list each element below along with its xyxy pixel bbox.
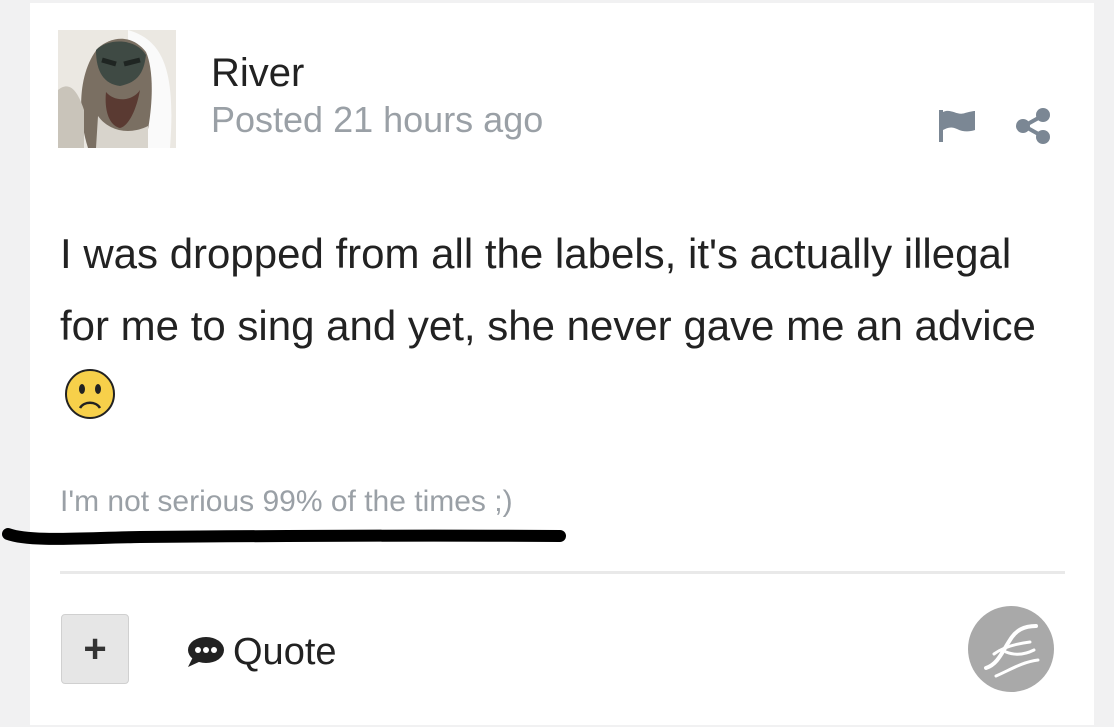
author-name[interactable]: River <box>211 53 304 93</box>
frowning-face-emoji <box>65 369 115 419</box>
reaction-plus-button[interactable]: + <box>61 614 129 684</box>
redaction-mark <box>2 528 566 545</box>
speech-bubble-icon <box>188 637 224 667</box>
post-body: I was dropped from all the labels, it's … <box>60 218 1070 434</box>
flag-icon[interactable] <box>937 108 977 144</box>
quote-button[interactable]: Quote <box>185 630 337 674</box>
brand-logo <box>968 606 1054 692</box>
avatar[interactable] <box>58 30 176 148</box>
post-timestamp: Posted 21 hours ago <box>211 99 544 140</box>
quote-label: Quote <box>233 630 337 673</box>
post-body-text: I was dropped from all the labels, it's … <box>60 230 1036 349</box>
share-icon[interactable] <box>1014 108 1052 144</box>
divider <box>60 571 1065 574</box>
